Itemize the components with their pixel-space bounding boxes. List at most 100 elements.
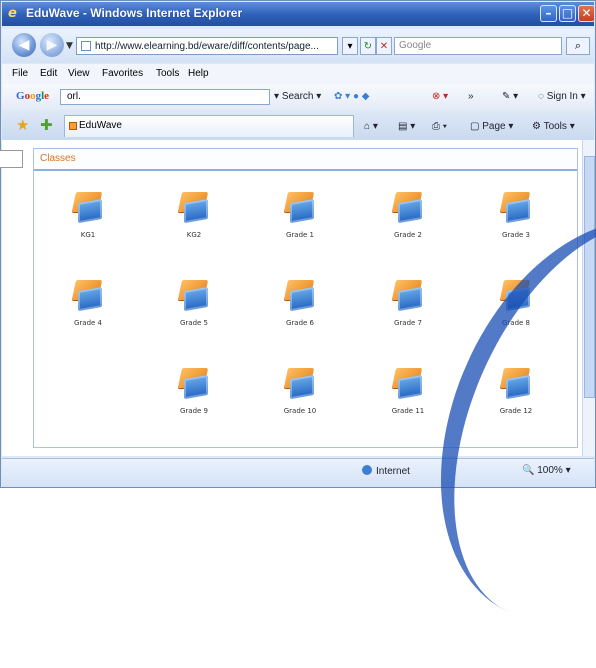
address-bar: ◀ ▶ ▼ http://www.elearning.bd/eware/diff… (2, 29, 594, 63)
favorites-star-icon[interactable]: ★ (16, 116, 29, 134)
forward-arrow-icon: ▶ (46, 37, 58, 53)
maximize-button[interactable]: □ (559, 5, 576, 22)
book-icon (174, 367, 214, 401)
tools-menu[interactable]: ⚙ Tools ▾ (532, 121, 575, 132)
google-search-label: Search (281, 91, 314, 102)
book-icon (68, 191, 108, 225)
menu-favorites[interactable]: Favorites (102, 68, 143, 79)
grade-label: KG1 (80, 231, 96, 239)
grade-label: Grade 5 (179, 319, 209, 327)
grade-label: KG2 (186, 231, 202, 239)
google-logo: Google (16, 90, 50, 102)
google-tool-icons[interactable]: ✿ ▾ ● ◆ (334, 91, 369, 102)
tab-eduwave[interactable]: EduWave (64, 115, 354, 137)
chevron-down-icon: ▾ (347, 41, 353, 52)
stop-button[interactable]: ✕ (376, 37, 392, 55)
title-bar: e EduWave - Windows Internet Explorer – … (2, 2, 595, 26)
book-icon (496, 279, 536, 313)
grade-label: Grade 8 (501, 319, 531, 327)
panel-header: Classes (34, 149, 577, 171)
forward-button[interactable]: ▶ (40, 33, 64, 57)
grade-label: Grade 12 (499, 407, 533, 415)
add-favorites-icon[interactable]: ✚ (40, 116, 53, 134)
minimize-button[interactable]: – (540, 5, 557, 22)
browser-window: e EduWave - Windows Internet Explorer – … (0, 0, 596, 668)
book-icon (174, 191, 214, 225)
page-menu[interactable]: ▢ Page ▾ (470, 121, 513, 132)
tab-label: EduWave (79, 120, 122, 131)
menu-edit[interactable]: Edit (40, 68, 57, 79)
side-tab (0, 150, 23, 168)
grade-label: Grade 10 (283, 407, 317, 415)
url-field[interactable]: http://www.elearning.bd/eware/diff/conte… (76, 37, 338, 55)
window-title: EduWave - Windows Internet Explorer (26, 6, 243, 20)
book-icon (174, 279, 214, 313)
ie-icon: e (8, 6, 17, 21)
grade-item[interactable]: KG2 (156, 191, 232, 251)
book-icon (388, 279, 428, 313)
grade-label: Grade 3 (501, 231, 531, 239)
grade-item[interactable]: Grade 7 (370, 279, 446, 339)
refresh-button[interactable]: ↻ (360, 37, 376, 55)
menu-view[interactable]: View (68, 68, 90, 79)
sign-in-link[interactable]: ◌ Sign In ▾ (538, 91, 586, 102)
grade-item[interactable]: Grade 2 (370, 191, 446, 251)
grade-item[interactable]: Grade 4 (50, 279, 126, 339)
search-button[interactable]: ⌕ (566, 37, 590, 55)
book-icon (496, 191, 536, 225)
options-icon[interactable]: ✎ ▾ (502, 91, 518, 102)
back-arrow-icon: ◀ (18, 37, 30, 53)
page-icon (81, 41, 91, 51)
security-zone: Internet (362, 465, 410, 477)
home-icon[interactable]: ⌂ ▾ (364, 121, 378, 132)
url-dropdown-button[interactable]: ▾ (342, 37, 358, 55)
grade-item[interactable]: Grade 11 (370, 367, 446, 427)
grade-label: Grade 11 (391, 407, 425, 415)
book-icon (280, 279, 320, 313)
panel-title: Classes (40, 153, 76, 164)
grade-item[interactable]: Grade 9 (156, 367, 232, 427)
book-icon (388, 191, 428, 225)
vertical-scrollbar[interactable] (582, 140, 595, 456)
menu-help[interactable]: Help (188, 68, 209, 79)
book-icon (280, 367, 320, 401)
book-icon (280, 191, 320, 225)
menu-tools[interactable]: Tools (156, 68, 179, 79)
book-icon (496, 367, 536, 401)
back-button[interactable]: ◀ (12, 33, 36, 57)
globe-icon (362, 465, 372, 475)
search-input[interactable]: Google (394, 37, 562, 55)
grade-item[interactable]: Grade 3 (478, 191, 554, 251)
grade-item[interactable]: Grade 6 (262, 279, 338, 339)
grade-item[interactable]: Grade 8 (478, 279, 554, 339)
grade-item[interactable]: Grade 12 (478, 367, 554, 427)
book-icon (68, 279, 108, 313)
url-text: http://www.elearning.bd/eware/diff/conte… (95, 41, 319, 52)
scroll-thumb[interactable] (584, 156, 595, 398)
google-toolbar: Google orl. ▾ Search ▾ ✿ ▾ ● ◆ ⊗ ▾ » ✎ ▾… (2, 84, 594, 110)
favicon-icon (69, 122, 77, 130)
status-bar: Internet 🔍 100% ▾ (2, 458, 594, 487)
zoom-control[interactable]: 🔍 100% ▾ (522, 465, 571, 476)
classes-panel: Classes KG1 KG2 Grade 1 Grade 2 Grade 3 … (33, 148, 578, 448)
menu-bar: File Edit View Favorites Tools Help (2, 64, 594, 84)
history-dropdown-icon[interactable]: ▼ (66, 41, 73, 51)
close-button[interactable]: ✕ (578, 5, 595, 22)
grade-label: Grade 9 (179, 407, 209, 415)
tab-bar: ★ ✚ EduWave ⌂ ▾ ▤ ▾ ⎙ ▾ ▢ Page ▾ ⚙ Tools… (2, 110, 594, 140)
grade-label: Grade 6 (285, 319, 315, 327)
grade-item[interactable]: Grade 1 (262, 191, 338, 251)
toolbar-overflow-button[interactable]: » (468, 91, 474, 102)
grade-label: Grade 1 (285, 231, 315, 239)
grade-item[interactable]: Grade 10 (262, 367, 338, 427)
grade-label: Grade 4 (73, 319, 103, 327)
print-icon[interactable]: ⎙ ▾ (432, 121, 447, 132)
book-icon (388, 367, 428, 401)
menu-file[interactable]: File (12, 68, 28, 79)
grade-item[interactable]: Grade 5 (156, 279, 232, 339)
google-search-input[interactable]: orl. (60, 89, 270, 105)
grade-item[interactable]: KG1 (50, 191, 126, 251)
feeds-icon[interactable]: ▤ ▾ (398, 121, 415, 132)
popup-blocker-icon[interactable]: ⊗ ▾ (432, 91, 448, 102)
google-search-button[interactable]: ▾ Search ▾ (274, 91, 321, 102)
